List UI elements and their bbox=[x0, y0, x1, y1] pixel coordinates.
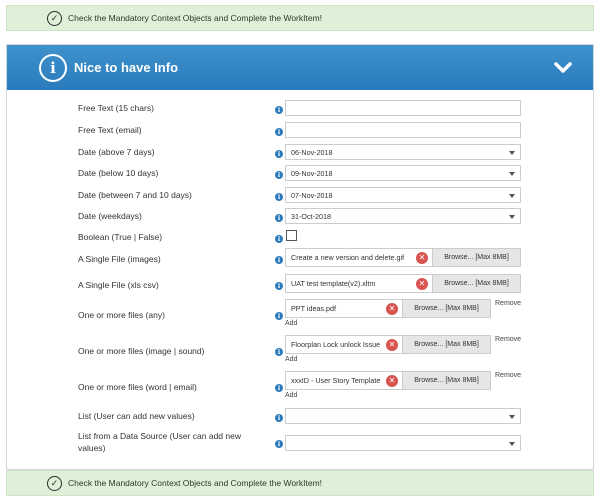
single-file-xls-upload: UAT test template(v2).xltm ✕ Browse... [… bbox=[285, 274, 521, 293]
chevron-down-icon[interactable] bbox=[553, 58, 573, 78]
info-icon[interactable]: i bbox=[275, 106, 283, 114]
field-label: One or more files (image | sound) bbox=[78, 346, 205, 356]
select-value: 31-Oct-2018 bbox=[291, 211, 331, 221]
remove-x-icon[interactable]: ✕ bbox=[386, 338, 398, 351]
dropdown-arrow-icon bbox=[509, 215, 515, 219]
mandatory-banner-bottom: ✓ Check the Mandatory Context Objects an… bbox=[6, 470, 594, 496]
browse-button[interactable]: Browse... [Max 8MB] bbox=[402, 372, 490, 389]
date-below-10-select[interactable]: 09-Nov-2018 bbox=[285, 165, 521, 181]
info-circle-icon: i bbox=[39, 53, 67, 82]
dropdown-arrow-icon bbox=[509, 442, 515, 446]
check-circle-icon: ✓ bbox=[47, 475, 62, 491]
field-label: List from a Data Source (User can add ne… bbox=[78, 431, 241, 453]
field-label: One or more files (any) bbox=[78, 310, 165, 320]
field-label: Date (between 7 and 10 days) bbox=[78, 190, 192, 200]
free-text-email-input[interactable] bbox=[285, 122, 521, 138]
browse-button[interactable]: Browse... [Max 8MB] bbox=[402, 300, 490, 317]
single-file-images-upload: Create a new version and delete.gif ✕ Br… bbox=[285, 248, 521, 267]
add-link[interactable]: Add bbox=[285, 356, 297, 363]
remove-link[interactable]: Remove bbox=[495, 300, 521, 307]
remove-x-icon[interactable]: ✕ bbox=[416, 251, 428, 264]
field-label: Free Text (15 chars) bbox=[78, 103, 154, 113]
info-icon[interactable]: i bbox=[275, 214, 283, 222]
add-link[interactable]: Add bbox=[285, 320, 297, 327]
banner-text: Check the Mandatory Context Objects and … bbox=[68, 13, 323, 23]
select-value: 07-Nov-2018 bbox=[291, 190, 333, 200]
file-name: Create a new version and delete.gif bbox=[291, 253, 405, 262]
date-weekdays-select[interactable]: 31-Oct-2018 bbox=[285, 208, 521, 224]
file-name: PPT ideas.pdf bbox=[291, 304, 337, 313]
free-text-15-input[interactable] bbox=[285, 100, 521, 116]
browse-button[interactable]: Browse... [Max 8MB] bbox=[402, 336, 490, 353]
browse-button[interactable]: Browse... [Max 8MB] bbox=[432, 249, 520, 266]
add-link[interactable]: Add bbox=[285, 392, 297, 399]
info-icon[interactable]: i bbox=[275, 150, 283, 158]
info-icon[interactable]: i bbox=[275, 282, 283, 290]
file-name: xxxID - User Story Template bbox=[291, 376, 381, 385]
file-name: Floorplan Lock unlock Issue bbox=[291, 340, 381, 349]
list-datasource-select[interactable] bbox=[285, 435, 521, 451]
panel-title: Nice to have Info bbox=[74, 60, 179, 75]
info-icon[interactable]: i bbox=[275, 312, 283, 320]
select-value: 06-Nov-2018 bbox=[291, 147, 333, 157]
browse-button[interactable]: Browse... [Max 8MB] bbox=[432, 275, 520, 292]
files-word-email-upload: xxxID - User Story Template ✕ Browse... … bbox=[285, 371, 491, 390]
remove-x-icon[interactable]: ✕ bbox=[386, 374, 398, 387]
field-label: Date (weekdays) bbox=[78, 211, 142, 221]
files-any-upload: PPT ideas.pdf ✕ Browse... [Max 8MB] bbox=[285, 299, 491, 318]
check-circle-icon: ✓ bbox=[47, 10, 62, 26]
dropdown-arrow-icon bbox=[509, 172, 515, 176]
list-user-select[interactable] bbox=[285, 408, 521, 424]
field-label: Date (above 7 days) bbox=[78, 147, 155, 157]
date-above-7-select[interactable]: 06-Nov-2018 bbox=[285, 144, 521, 160]
remove-link[interactable]: Remove bbox=[495, 372, 521, 379]
remove-x-icon[interactable]: ✕ bbox=[386, 302, 398, 315]
info-icon[interactable]: i bbox=[275, 414, 283, 422]
info-icon[interactable]: i bbox=[275, 193, 283, 201]
field-label: Boolean (True | False) bbox=[78, 232, 163, 242]
field-label: A Single File (images) bbox=[78, 254, 161, 264]
field-label: A Single File (xls csv) bbox=[78, 280, 159, 290]
banner-text: Check the Mandatory Context Objects and … bbox=[68, 478, 323, 488]
dropdown-arrow-icon bbox=[509, 151, 515, 155]
info-icon[interactable]: i bbox=[275, 235, 283, 243]
field-label: One or more files (word | email) bbox=[78, 382, 197, 392]
boolean-checkbox[interactable] bbox=[286, 230, 297, 241]
info-icon[interactable]: i bbox=[275, 128, 283, 136]
file-name: UAT test template(v2).xltm bbox=[291, 279, 376, 288]
dropdown-arrow-icon bbox=[509, 194, 515, 198]
remove-link[interactable]: Remove bbox=[495, 336, 521, 343]
files-image-sound-upload: Floorplan Lock unlock Issue ✕ Browse... … bbox=[285, 335, 491, 354]
mandatory-banner-top: ✓ Check the Mandatory Context Objects an… bbox=[6, 5, 594, 31]
field-label: Date (below 10 days) bbox=[78, 168, 159, 178]
info-icon[interactable]: i bbox=[275, 256, 283, 264]
remove-x-icon[interactable]: ✕ bbox=[416, 277, 428, 290]
select-value: 09-Nov-2018 bbox=[291, 168, 333, 178]
field-label: Free Text (email) bbox=[78, 125, 142, 135]
info-icon[interactable]: i bbox=[275, 384, 283, 392]
info-icon[interactable]: i bbox=[275, 348, 283, 356]
info-icon[interactable]: i bbox=[275, 171, 283, 179]
dropdown-arrow-icon bbox=[509, 415, 515, 419]
field-label: List (User can add new values) bbox=[78, 411, 195, 421]
panel-header[interactable]: i Nice to have Info bbox=[7, 45, 593, 90]
info-icon[interactable]: i bbox=[275, 440, 283, 448]
date-between-select[interactable]: 07-Nov-2018 bbox=[285, 187, 521, 203]
